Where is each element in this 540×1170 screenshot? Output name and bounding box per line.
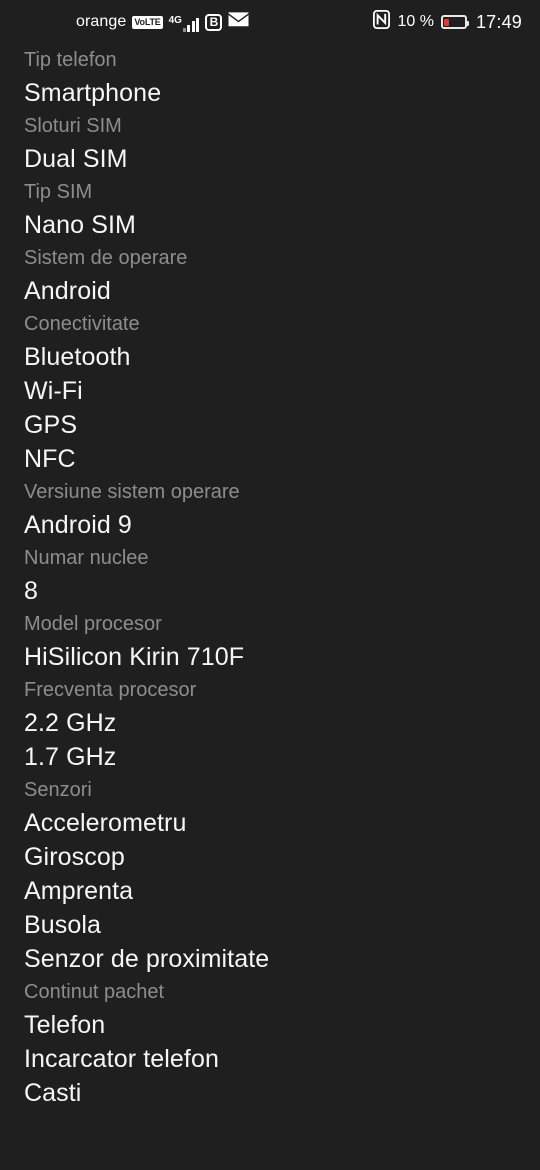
spec-group: Continut pachet Telefon Incarcator telefon… bbox=[24, 976, 516, 1110]
spec-value: Android 9 bbox=[24, 511, 132, 539]
spec-value: Giroscop bbox=[24, 843, 125, 871]
spec-label: Continut pachet bbox=[24, 981, 165, 1003]
spec-group: Versiune sistem operare Android 9 bbox=[24, 476, 516, 542]
spec-group: Frecventa procesor 2.2 GHz 1.7 GHz bbox=[24, 674, 516, 774]
spec-group: Tip SIM Nano SIM bbox=[24, 176, 516, 242]
spec-label: Sistem de operare bbox=[24, 247, 188, 269]
spec-value: Senzor de proximitate bbox=[24, 945, 270, 973]
spec-label: Numar nuclee bbox=[24, 547, 149, 569]
spec-label: Tip telefon bbox=[24, 49, 117, 71]
spec-value: 8 bbox=[24, 577, 39, 605]
spec-value: Casti bbox=[24, 1079, 82, 1107]
status-bar-right: 10 % 17:49 bbox=[373, 0, 522, 44]
spec-value: Smartphone bbox=[24, 79, 162, 107]
volte-icon: VoLTE bbox=[132, 15, 163, 29]
spec-value: Dual SIM bbox=[24, 145, 128, 173]
battery-percent-label: 10 % bbox=[397, 13, 434, 30]
spec-group: Numar nuclee 8 bbox=[24, 542, 516, 608]
spec-value: Telefon bbox=[24, 1011, 106, 1039]
spec-label: Conectivitate bbox=[24, 313, 140, 335]
spec-value: GPS bbox=[24, 411, 78, 439]
spec-label: Tip SIM bbox=[24, 181, 93, 203]
spec-group: Model procesor HiSilicon Kirin 710F bbox=[24, 608, 516, 674]
spec-label: Model procesor bbox=[24, 613, 162, 635]
spec-value: Busola bbox=[24, 911, 102, 939]
signal-strength-bars bbox=[182, 17, 200, 32]
spec-value: 1.7 GHz bbox=[24, 743, 117, 771]
spec-label: Senzori bbox=[24, 779, 92, 801]
signal-bars-icon: 4G bbox=[169, 12, 200, 32]
battery-low-icon bbox=[440, 15, 469, 29]
spec-value: Accelerometru bbox=[24, 809, 187, 837]
spec-label: Sloturi SIM bbox=[24, 115, 122, 137]
spec-value: Amprenta bbox=[24, 877, 134, 905]
spec-label: Frecventa procesor bbox=[24, 679, 197, 701]
spec-value: NFC bbox=[24, 445, 76, 473]
spec-group: Senzori Accelerometru Giroscop Amprenta Buso… bbox=[24, 774, 516, 976]
spec-group: Tip telefon Smartphone bbox=[24, 44, 516, 110]
envelope-icon bbox=[228, 12, 249, 32]
spec-value: 2.2 GHz bbox=[24, 709, 117, 737]
status-bar-left: orange VoLTE 4G B bbox=[76, 0, 249, 44]
spec-value: Wi-Fi bbox=[24, 377, 83, 405]
specifications-list: Tip telefon Smartphone Sloturi SIM Dual SIM… bbox=[0, 44, 540, 1110]
nfc-icon bbox=[373, 9, 391, 34]
spec-value: Android bbox=[24, 277, 111, 305]
network-type-label: 4G bbox=[168, 15, 182, 26]
spec-label: Versiune sistem operare bbox=[24, 481, 240, 503]
spec-value: Nano SIM bbox=[24, 211, 136, 239]
clock-label: 17:49 bbox=[475, 11, 522, 32]
status-bar: orange VoLTE 4G B 10 % 17:49 bbox=[0, 0, 540, 44]
spec-group: Conectivitate Bluetooth Wi-Fi GPS NFC bbox=[24, 308, 516, 476]
spec-value: Bluetooth bbox=[24, 343, 131, 371]
spec-group: Sistem de operare Android bbox=[24, 242, 516, 308]
carrier-name: orange bbox=[76, 13, 127, 30]
spec-value: HiSilicon Kirin 710F bbox=[24, 643, 245, 671]
browser-badge-icon: B bbox=[205, 13, 223, 31]
spec-value: Incarcator telefon bbox=[24, 1045, 219, 1073]
spec-group: Sloturi SIM Dual SIM bbox=[24, 110, 516, 176]
